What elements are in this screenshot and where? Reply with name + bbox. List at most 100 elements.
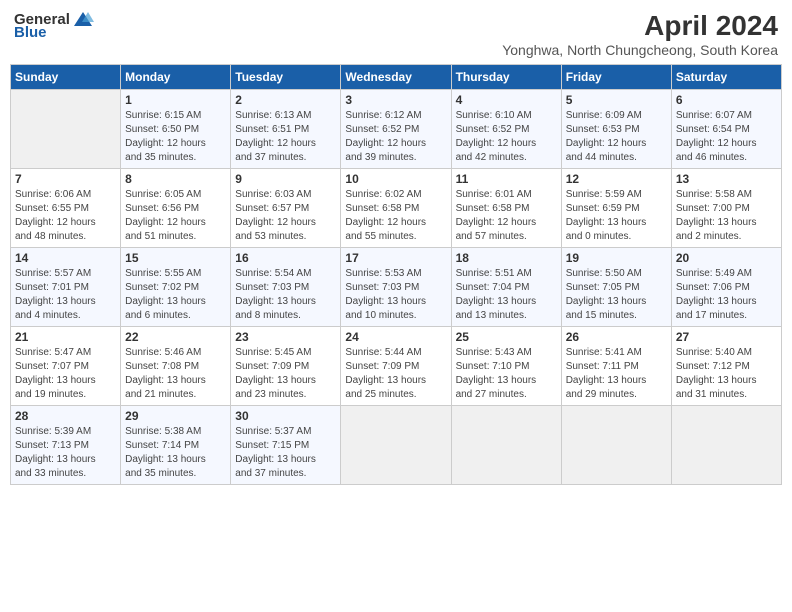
cell-info: Sunrise: 5:37 AM Sunset: 7:15 PM Dayligh… xyxy=(235,425,336,481)
cell-info: Sunrise: 5:43 AM Sunset: 7:10 PM Dayligh… xyxy=(456,346,557,402)
calendar-cell: 21 Sunrise: 5:47 AM Sunset: 7:07 PM Dayli… xyxy=(11,327,121,406)
header-cell-sunday: Sunday xyxy=(11,65,121,90)
week-row-1: 7 Sunrise: 6:06 AM Sunset: 6:55 PM Daylig… xyxy=(11,169,782,248)
calendar-cell: 14Sunrise: 5:57 AM Sunset: 7:01 PM Dayli… xyxy=(11,248,121,327)
calendar-cell: 22 Sunrise: 5:46 AM Sunset: 7:08 PM Dayli… xyxy=(121,327,231,406)
day-number: 2 xyxy=(235,93,336,107)
day-number: 3 xyxy=(345,93,446,107)
day-number: 27 xyxy=(676,330,777,344)
week-row-2: 14Sunrise: 5:57 AM Sunset: 7:01 PM Dayli… xyxy=(11,248,782,327)
day-number: 24 xyxy=(345,330,446,344)
cell-info: Sunrise: 5:54 AM Sunset: 7:03 PM Dayligh… xyxy=(235,267,336,323)
cell-info: Sunrise: 5:39 AM Sunset: 7:13 PM Dayligh… xyxy=(15,425,116,481)
day-number: 19 xyxy=(566,251,667,265)
cell-info: Sunrise: 6:01 AM Sunset: 6:58 PM Dayligh… xyxy=(456,188,557,244)
logo-icon xyxy=(72,10,94,28)
cell-info: Sunrise: 5:46 AM Sunset: 7:08 PM Dayligh… xyxy=(125,346,226,402)
calendar-cell: 7 Sunrise: 6:06 AM Sunset: 6:55 PM Daylig… xyxy=(11,169,121,248)
cell-info: Sunrise: 5:58 AM Sunset: 7:00 PM Dayligh… xyxy=(676,188,777,244)
calendar-cell: 2 Sunrise: 6:13 AM Sunset: 6:51 PM Daylig… xyxy=(231,90,341,169)
calendar-cell: 24 Sunrise: 5:44 AM Sunset: 7:09 PM Dayli… xyxy=(341,327,451,406)
day-number: 17 xyxy=(345,251,446,265)
calendar-cell: 1Sunrise: 6:15 AM Sunset: 6:50 PM Daylig… xyxy=(121,90,231,169)
cell-info: Sunrise: 5:55 AM Sunset: 7:02 PM Dayligh… xyxy=(125,267,226,323)
calendar-cell: 13 Sunrise: 5:58 AM Sunset: 7:00 PM Dayli… xyxy=(671,169,781,248)
week-row-0: 1Sunrise: 6:15 AM Sunset: 6:50 PM Daylig… xyxy=(11,90,782,169)
header-cell-saturday: Saturday xyxy=(671,65,781,90)
calendar-cell: 19 Sunrise: 5:50 AM Sunset: 7:05 PM Dayli… xyxy=(561,248,671,327)
day-number: 5 xyxy=(566,93,667,107)
header-cell-thursday: Thursday xyxy=(451,65,561,90)
calendar-cell: 6 Sunrise: 6:07 AM Sunset: 6:54 PM Daylig… xyxy=(671,90,781,169)
day-number: 13 xyxy=(676,172,777,186)
cell-info: Sunrise: 5:59 AM Sunset: 6:59 PM Dayligh… xyxy=(566,188,667,244)
day-number: 12 xyxy=(566,172,667,186)
calendar-cell: 26Sunrise: 5:41 AM Sunset: 7:11 PM Dayli… xyxy=(561,327,671,406)
cell-info: Sunrise: 5:47 AM Sunset: 7:07 PM Dayligh… xyxy=(15,346,116,402)
cell-info: Sunrise: 6:12 AM Sunset: 6:52 PM Dayligh… xyxy=(345,109,446,165)
day-number: 7 xyxy=(15,172,116,186)
cell-info: Sunrise: 6:13 AM Sunset: 6:51 PM Dayligh… xyxy=(235,109,336,165)
calendar-cell: 23 Sunrise: 5:45 AM Sunset: 7:09 PM Dayli… xyxy=(231,327,341,406)
location-title: Yonghwa, North Chungcheong, South Korea xyxy=(502,42,778,58)
cell-info: Sunrise: 6:05 AM Sunset: 6:56 PM Dayligh… xyxy=(125,188,226,244)
cell-info: Sunrise: 5:44 AM Sunset: 7:09 PM Dayligh… xyxy=(345,346,446,402)
month-title: April 2024 xyxy=(502,10,778,42)
calendar-cell: 12 Sunrise: 5:59 AM Sunset: 6:59 PM Dayli… xyxy=(561,169,671,248)
cell-info: Sunrise: 6:07 AM Sunset: 6:54 PM Dayligh… xyxy=(676,109,777,165)
calendar-cell: 11 Sunrise: 6:01 AM Sunset: 6:58 PM Dayli… xyxy=(451,169,561,248)
calendar-cell: 30 Sunrise: 5:37 AM Sunset: 7:15 PM Dayli… xyxy=(231,406,341,485)
day-number: 22 xyxy=(125,330,226,344)
day-number: 16 xyxy=(235,251,336,265)
cell-info: Sunrise: 5:49 AM Sunset: 7:06 PM Dayligh… xyxy=(676,267,777,323)
cell-info: Sunrise: 5:38 AM Sunset: 7:14 PM Dayligh… xyxy=(125,425,226,481)
day-number: 23 xyxy=(235,330,336,344)
calendar-cell: 4Sunrise: 6:10 AM Sunset: 6:52 PM Daylig… xyxy=(451,90,561,169)
day-number: 6 xyxy=(676,93,777,107)
day-number: 10 xyxy=(345,172,446,186)
calendar-cell xyxy=(341,406,451,485)
logo: General Blue xyxy=(14,10,94,41)
cell-info: Sunrise: 6:09 AM Sunset: 6:53 PM Dayligh… xyxy=(566,109,667,165)
calendar-cell: 3 Sunrise: 6:12 AM Sunset: 6:52 PM Daylig… xyxy=(341,90,451,169)
day-number: 1 xyxy=(125,93,226,107)
day-number: 9 xyxy=(235,172,336,186)
calendar-table: SundayMondayTuesdayWednesdayThursdayFrid… xyxy=(10,64,782,485)
day-number: 28 xyxy=(15,409,116,423)
calendar-cell: 17Sunrise: 5:53 AM Sunset: 7:03 PM Dayli… xyxy=(341,248,451,327)
calendar-cell: 27 Sunrise: 5:40 AM Sunset: 7:12 PM Dayli… xyxy=(671,327,781,406)
day-number: 21 xyxy=(15,330,116,344)
cell-info: Sunrise: 5:45 AM Sunset: 7:09 PM Dayligh… xyxy=(235,346,336,402)
day-number: 30 xyxy=(235,409,336,423)
logo-blue: Blue xyxy=(14,24,47,41)
calendar-cell: 10 Sunrise: 6:02 AM Sunset: 6:58 PM Dayli… xyxy=(341,169,451,248)
calendar-cell xyxy=(451,406,561,485)
title-section: April 2024 Yonghwa, North Chungcheong, S… xyxy=(502,10,778,58)
cell-info: Sunrise: 6:03 AM Sunset: 6:57 PM Dayligh… xyxy=(235,188,336,244)
cell-info: Sunrise: 5:51 AM Sunset: 7:04 PM Dayligh… xyxy=(456,267,557,323)
week-row-4: 28 Sunrise: 5:39 AM Sunset: 7:13 PM Dayli… xyxy=(11,406,782,485)
cell-info: Sunrise: 5:57 AM Sunset: 7:01 PM Dayligh… xyxy=(15,267,116,323)
cell-info: Sunrise: 6:10 AM Sunset: 6:52 PM Dayligh… xyxy=(456,109,557,165)
header-cell-friday: Friday xyxy=(561,65,671,90)
header-cell-monday: Monday xyxy=(121,65,231,90)
calendar-cell: 29 Sunrise: 5:38 AM Sunset: 7:14 PM Dayli… xyxy=(121,406,231,485)
day-number: 29 xyxy=(125,409,226,423)
cell-info: Sunrise: 6:02 AM Sunset: 6:58 PM Dayligh… xyxy=(345,188,446,244)
day-number: 11 xyxy=(456,172,557,186)
day-number: 20 xyxy=(676,251,777,265)
calendar-cell: 18Sunrise: 5:51 AM Sunset: 7:04 PM Dayli… xyxy=(451,248,561,327)
header-cell-wednesday: Wednesday xyxy=(341,65,451,90)
page-header: General Blue April 2024 Yonghwa, North C… xyxy=(10,10,782,58)
cell-info: Sunrise: 6:06 AM Sunset: 6:55 PM Dayligh… xyxy=(15,188,116,244)
calendar-cell: 25Sunrise: 5:43 AM Sunset: 7:10 PM Dayli… xyxy=(451,327,561,406)
header-row: SundayMondayTuesdayWednesdayThursdayFrid… xyxy=(11,65,782,90)
day-number: 15 xyxy=(125,251,226,265)
calendar-cell: 5 Sunrise: 6:09 AM Sunset: 6:53 PM Daylig… xyxy=(561,90,671,169)
calendar-cell: 20 Sunrise: 5:49 AM Sunset: 7:06 PM Dayli… xyxy=(671,248,781,327)
calendar-cell: 9 Sunrise: 6:03 AM Sunset: 6:57 PM Daylig… xyxy=(231,169,341,248)
week-row-3: 21 Sunrise: 5:47 AM Sunset: 7:07 PM Dayli… xyxy=(11,327,782,406)
calendar-cell xyxy=(671,406,781,485)
cell-info: Sunrise: 5:40 AM Sunset: 7:12 PM Dayligh… xyxy=(676,346,777,402)
cell-info: Sunrise: 5:50 AM Sunset: 7:05 PM Dayligh… xyxy=(566,267,667,323)
